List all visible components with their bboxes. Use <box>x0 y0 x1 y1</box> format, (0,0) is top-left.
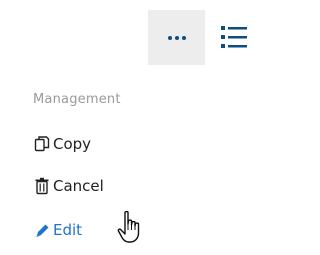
list-icon <box>221 26 247 48</box>
menu-item-label: Edit <box>53 221 83 239</box>
toolbar <box>0 0 256 68</box>
menu-item-label: Cancel <box>53 177 104 195</box>
menu-item-edit[interactable]: Edit <box>33 218 82 242</box>
more-options-button[interactable] <box>148 10 205 65</box>
hand-pointer-icon <box>117 210 143 244</box>
trash-icon <box>33 176 51 196</box>
ellipsis-icon <box>167 35 186 40</box>
menu-heading: Management <box>33 92 121 107</box>
menu-item-label: Copy <box>53 135 92 153</box>
copy-icon <box>33 134 51 154</box>
pencil-icon <box>33 220 51 240</box>
menu-item-cancel[interactable]: Cancel <box>33 174 104 198</box>
screen: Management Copy Cancel Edit <box>0 0 256 255</box>
list-view-button[interactable] <box>219 22 249 52</box>
menu-item-copy[interactable]: Copy <box>33 132 91 156</box>
